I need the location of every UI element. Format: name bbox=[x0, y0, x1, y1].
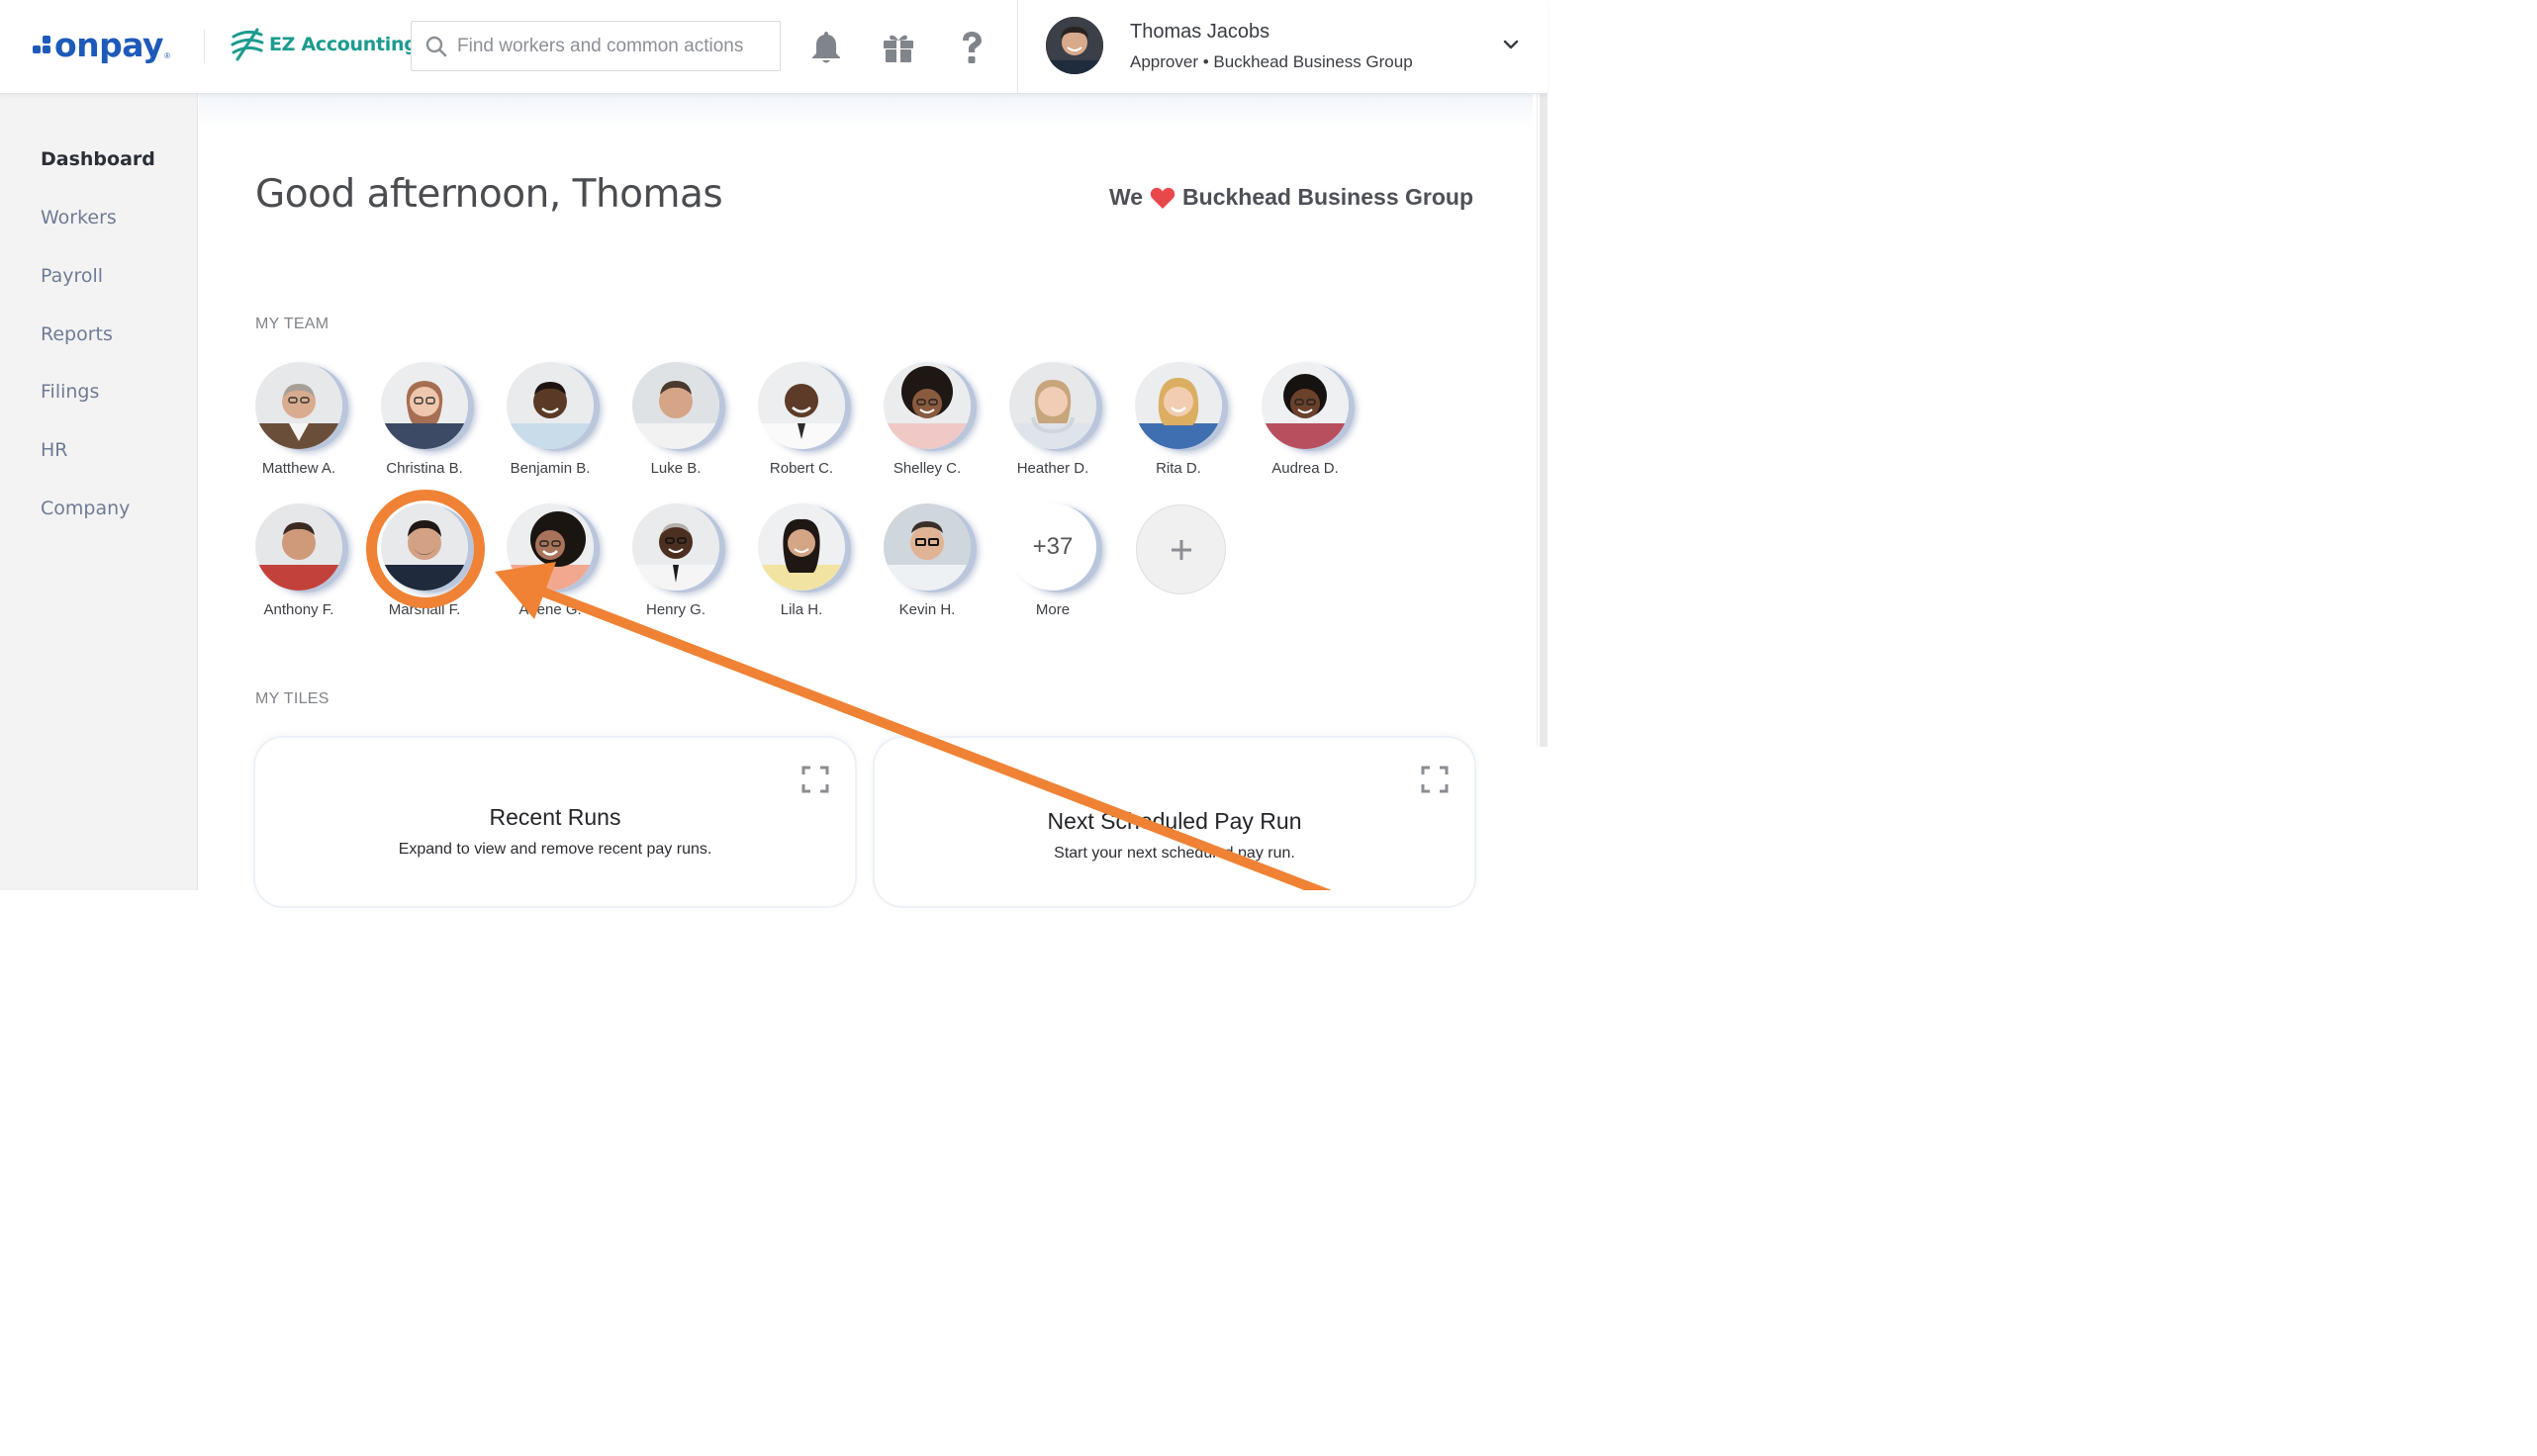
team-member[interactable]: Luke B. bbox=[621, 362, 730, 477]
more-label: More bbox=[1035, 601, 1071, 618]
avatar bbox=[632, 503, 719, 591]
team-member[interactable]: Christina B. bbox=[370, 362, 479, 477]
tile-title: Next Scheduled Pay Run bbox=[1047, 808, 1302, 834]
team-member[interactable]: Lila H. bbox=[747, 503, 856, 618]
avatar bbox=[507, 362, 594, 449]
avatar bbox=[884, 503, 971, 591]
avatar bbox=[507, 503, 594, 591]
recent-runs-tile[interactable]: Recent Runs Expand to view and remove re… bbox=[255, 738, 855, 906]
bell-icon bbox=[812, 32, 840, 63]
logo-mark-icon bbox=[33, 35, 52, 55]
brand-name: onpay bbox=[54, 26, 164, 64]
avatar bbox=[758, 362, 845, 449]
next-scheduled-pay-run-tile[interactable]: Next Scheduled Pay Run Start your next s… bbox=[875, 738, 1474, 906]
team-member-name: Audrea D. bbox=[1271, 460, 1339, 477]
sidebar-item-dashboard[interactable]: Dashboard bbox=[41, 148, 155, 170]
tile-title: Recent Runs bbox=[489, 804, 621, 830]
avatar bbox=[255, 503, 342, 591]
heart-icon bbox=[1150, 186, 1175, 210]
team-member[interactable]: Audrea D. bbox=[1251, 362, 1360, 477]
expand-icon[interactable] bbox=[1421, 766, 1449, 793]
company-love-banner: We Buckhead Business Group bbox=[1109, 184, 1473, 211]
registered-mark: ® bbox=[164, 51, 170, 60]
plus-icon bbox=[1171, 539, 1191, 560]
header-divider bbox=[204, 30, 205, 63]
team-member-name: Kevin H. bbox=[898, 601, 956, 618]
header-shadow bbox=[199, 94, 1533, 129]
user-role: Approver • Buckhead Business Group bbox=[1130, 52, 1413, 71]
notifications-button[interactable] bbox=[808, 28, 844, 67]
avatar bbox=[758, 503, 845, 591]
scrollbar-thumb[interactable] bbox=[1540, 94, 1548, 747]
avatar bbox=[1262, 362, 1349, 449]
help-button[interactable] bbox=[954, 28, 989, 67]
team-member[interactable]: Matthew A. bbox=[244, 362, 353, 477]
team-member[interactable]: Rita D. bbox=[1124, 362, 1233, 477]
help-icon bbox=[963, 32, 982, 63]
team-member[interactable]: Arlene G. bbox=[496, 503, 605, 618]
team-member[interactable]: Benjamin B. bbox=[496, 362, 605, 477]
avatar bbox=[1046, 17, 1103, 74]
team-member-name: Marshall F. bbox=[388, 601, 461, 618]
team-member-name: Shelley C. bbox=[893, 460, 962, 477]
sidebar-item-company[interactable]: Company bbox=[41, 498, 130, 519]
ez-accounting-logo[interactable]: EZ Accounting bbox=[230, 27, 418, 62]
more-team-members-button[interactable]: +37 More bbox=[998, 503, 1107, 618]
user-name: Thomas Jacobs bbox=[1130, 21, 1270, 43]
company-name: Buckhead Business Group bbox=[1182, 184, 1473, 210]
team-member[interactable]: Marshall F. bbox=[370, 503, 479, 618]
top-bar: onpay ® EZ Accounting Find workers and c… bbox=[0, 0, 1548, 94]
sidebar-item-workers[interactable]: Workers bbox=[41, 207, 117, 228]
onpay-logo[interactable]: onpay ® bbox=[33, 26, 170, 64]
sidebar-item-filings[interactable]: Filings bbox=[41, 381, 99, 403]
avatar bbox=[381, 362, 468, 449]
team-member[interactable]: Henry G. bbox=[621, 503, 730, 618]
team-member[interactable]: Kevin H. bbox=[873, 503, 982, 618]
expand-icon[interactable] bbox=[801, 766, 829, 793]
sidebar-item-reports[interactable]: Reports bbox=[41, 323, 113, 345]
sidebar-item-hr[interactable]: HR bbox=[41, 439, 68, 461]
my-team-heading: MY TEAM bbox=[255, 316, 329, 332]
team-member-name: Luke B. bbox=[650, 460, 702, 477]
tile-description: Expand to view and remove recent pay run… bbox=[398, 841, 712, 858]
team-member-name: Christina B. bbox=[386, 460, 463, 477]
rewards-button[interactable] bbox=[881, 28, 916, 67]
page-title: Good afternoon, Thomas bbox=[255, 172, 723, 217]
team-member-name: Arlene G. bbox=[518, 601, 582, 618]
we-text: We bbox=[1108, 184, 1144, 210]
search-icon bbox=[425, 36, 447, 56]
more-count: +37 bbox=[1009, 503, 1096, 591]
search-input[interactable] bbox=[457, 35, 774, 57]
tile-description: Start your next scheduled pay run. bbox=[1054, 845, 1295, 862]
my-tiles-heading: MY TILES bbox=[255, 690, 329, 707]
team-member-name: Heather D. bbox=[1016, 460, 1089, 477]
team-member[interactable]: Anthony F. bbox=[244, 503, 353, 618]
sidebar-item-payroll[interactable]: Payroll bbox=[41, 265, 103, 287]
team-member-name: Henry G. bbox=[645, 601, 705, 618]
user-menu[interactable]: Thomas Jacobs Approver • Buckhead Busine… bbox=[1017, 0, 1548, 94]
team-member[interactable]: Shelley C. bbox=[873, 362, 982, 477]
add-team-member-button[interactable] bbox=[1136, 504, 1226, 594]
avatar bbox=[381, 503, 468, 591]
chevron-down-icon[interactable] bbox=[1502, 36, 1520, 53]
ez-accounting-label: EZ Accounting bbox=[269, 34, 418, 55]
team-member[interactable]: Heather D. bbox=[998, 362, 1107, 477]
team-member-name: Lila H. bbox=[780, 601, 823, 618]
avatar bbox=[1135, 362, 1222, 449]
team-member-name: Matthew A. bbox=[261, 460, 336, 477]
ez-accounting-icon bbox=[231, 28, 264, 61]
team-member-name: Rita D. bbox=[1156, 460, 1201, 477]
avatar bbox=[632, 362, 719, 449]
gift-icon bbox=[884, 35, 913, 62]
team-member-name: Anthony F. bbox=[263, 601, 334, 618]
team-member[interactable]: Robert C. bbox=[747, 362, 856, 477]
avatar bbox=[255, 362, 342, 449]
avatar bbox=[884, 362, 971, 449]
team-member-name: Robert C. bbox=[769, 460, 834, 477]
search-box[interactable] bbox=[411, 21, 781, 71]
avatar bbox=[1009, 362, 1096, 449]
team-member-name: Benjamin B. bbox=[510, 460, 591, 477]
